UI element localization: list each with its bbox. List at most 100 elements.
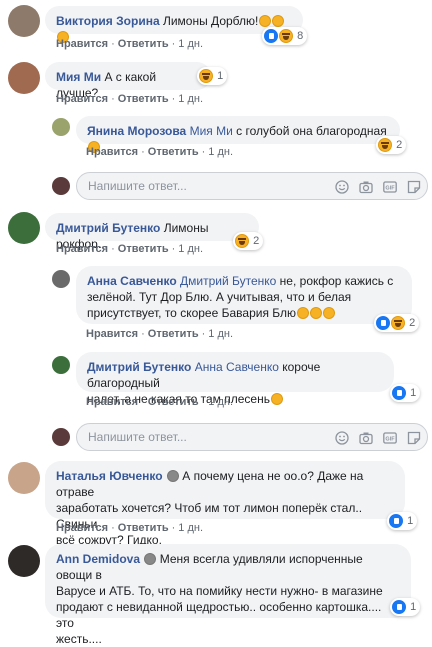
reaction-count[interactable]: 2 — [233, 232, 264, 250]
comment-bubble: Анна Савченко Дмитрий Бутенко не, рокфор… — [76, 266, 412, 324]
avatar[interactable] — [52, 118, 70, 136]
camera-icon[interactable] — [359, 431, 373, 445]
timestamp[interactable]: 1 дн. — [178, 38, 203, 50]
comment-actions: Нравится · Ответить · 1 дн. — [56, 522, 204, 534]
like-link[interactable]: Нравится — [56, 243, 108, 255]
smiley-icon[interactable] — [335, 431, 349, 445]
comment-author[interactable]: Дмитрий Бутенко — [56, 221, 160, 235]
smiley-icon[interactable] — [335, 180, 349, 194]
reaction-count[interactable]: 1 — [197, 67, 228, 85]
comment-author[interactable]: Янина Морозова — [87, 124, 186, 138]
like-link[interactable]: Нравится — [86, 146, 138, 158]
hand-emoji-icon — [166, 470, 179, 482]
comment-author[interactable]: Виктория Зорина — [56, 14, 160, 28]
haha-reaction-icon — [279, 29, 293, 43]
like-link[interactable]: Нравится — [56, 38, 108, 50]
gif-icon[interactable]: GIF — [383, 180, 397, 194]
comment-actions: Нравится · Ответить · 1 дн. — [86, 396, 234, 408]
comment-text-line: Варусе и АТБ. То, что на помийку нести н… — [56, 584, 383, 598]
comment-bubble: Наталья Ювченко А почему цена не оо.о? Д… — [45, 461, 405, 547]
timestamp[interactable]: 1 дн. — [208, 328, 233, 340]
comment-text-line: продают с невиданной щедростью.. особенн… — [56, 600, 382, 630]
comment-text-line: не, рокфор кажись с — [279, 274, 394, 288]
avatar[interactable] — [8, 5, 40, 37]
reaction-count[interactable]: 8 — [262, 27, 308, 45]
haha-reaction-icon — [391, 316, 405, 330]
haha-reaction-icon — [378, 138, 392, 152]
comment-text-line: зелёной. Тут Дор Блю. А учитывая, что и … — [87, 290, 352, 304]
svg-text:GIF: GIF — [385, 437, 395, 443]
reply-link[interactable]: Ответить — [148, 396, 199, 408]
like-reaction-icon — [392, 600, 406, 614]
reply-link[interactable]: Ответить — [118, 93, 169, 105]
avatar[interactable] — [52, 356, 70, 374]
grin-emoji-icon — [270, 393, 283, 405]
like-reaction-icon — [392, 386, 406, 400]
reply-link[interactable]: Ответить — [118, 38, 169, 50]
hand-emoji-icon — [144, 553, 157, 565]
like-link[interactable]: Нравится — [86, 396, 138, 408]
timestamp[interactable]: 1 дн. — [178, 243, 203, 255]
like-link[interactable]: Нравится — [56, 93, 108, 105]
comment-actions: Нравится · Ответить · 1 дн. — [86, 328, 234, 340]
reaction-count[interactable]: 1 — [390, 384, 421, 402]
avatar[interactable] — [8, 462, 40, 494]
comment-bubble: Янина Морозова Мия Ми с голубой она благ… — [76, 116, 400, 153]
sticker-icon[interactable] — [407, 431, 421, 445]
comment-author[interactable]: Анна Савченко — [87, 274, 177, 288]
laugh-emoji-icon — [297, 307, 310, 319]
reaction-count[interactable]: 2 — [374, 314, 420, 332]
like-reaction-icon — [376, 316, 390, 330]
haha-reaction-icon — [235, 234, 249, 248]
comment-text: с голубой она благородная — [236, 124, 387, 138]
timestamp[interactable]: 1 дн. — [178, 93, 203, 105]
like-link[interactable]: Нравится — [56, 522, 108, 534]
timestamp[interactable]: 1 дн. — [208, 396, 233, 408]
comment-author[interactable]: Наталья Ювченко — [56, 469, 163, 483]
timestamp[interactable]: 1 дн. — [178, 522, 203, 534]
reaction-count[interactable]: 1 — [390, 598, 421, 616]
comment-author[interactable]: Мия Ми — [56, 70, 101, 84]
comment-bubble: Ann Demidova Меня всегла удивляли испорч… — [45, 544, 411, 646]
comment-text: Лимоны Дорблю! — [162, 14, 259, 28]
timestamp[interactable]: 1 дн. — [208, 146, 233, 158]
avatar[interactable] — [8, 62, 40, 94]
sticker-icon[interactable] — [407, 180, 421, 194]
comment-bubble: Дмитрий Бутенко Лимоны рокфор... — [45, 213, 259, 251]
camera-icon[interactable] — [359, 180, 373, 194]
reply-link[interactable]: Ответить — [118, 243, 169, 255]
avatar — [52, 428, 70, 446]
reaction-count[interactable]: 1 — [387, 512, 418, 530]
haha-reaction-icon — [199, 69, 213, 83]
reply-input[interactable]: Напишите ответ... GIF — [76, 423, 428, 451]
gif-icon[interactable]: GIF — [383, 431, 397, 445]
reply-link[interactable]: Ответить — [148, 328, 199, 340]
laugh-emoji-icon — [259, 15, 272, 27]
comment-actions: Нравится · Ответить · 1 дн. — [56, 243, 204, 255]
reply-input[interactable]: Напишите ответ... GIF — [76, 172, 428, 200]
comment-actions: Нравится · Ответить · 1 дн. — [56, 38, 204, 50]
mention-link[interactable]: Мия Ми — [190, 124, 233, 138]
comment-author[interactable]: Ann Demidova — [56, 552, 140, 566]
svg-text:GIF: GIF — [385, 186, 395, 192]
comment-bubble: Дмитрий Бутенко Анна Савченко короче бла… — [76, 352, 394, 406]
mention-link[interactable]: Анна Савченко — [195, 360, 279, 374]
laugh-emoji-icon — [310, 307, 323, 319]
comment-actions: Нравится · Ответить · 1 дн. — [56, 93, 204, 105]
avatar[interactable] — [8, 545, 40, 577]
laugh-emoji-icon — [272, 15, 285, 27]
comment-text-line: присутствует, то скорее Бавария Блю — [87, 306, 297, 320]
reply-placeholder: Напишите ответ... — [88, 179, 187, 193]
avatar[interactable] — [8, 212, 40, 244]
mention-link[interactable]: Дмитрий Бутенко — [180, 274, 276, 288]
reaction-count[interactable]: 2 — [376, 136, 407, 154]
reply-link[interactable]: Ответить — [118, 522, 169, 534]
comment-actions: Нравится · Ответить · 1 дн. — [86, 146, 234, 158]
laugh-emoji-icon — [323, 307, 336, 319]
comment-author[interactable]: Дмитрий Бутенко — [87, 360, 191, 374]
reply-link[interactable]: Ответить — [148, 146, 199, 158]
avatar[interactable] — [52, 270, 70, 288]
comment-text-line: жесть.... — [56, 632, 102, 646]
like-link[interactable]: Нравится — [86, 328, 138, 340]
like-reaction-icon — [264, 29, 278, 43]
